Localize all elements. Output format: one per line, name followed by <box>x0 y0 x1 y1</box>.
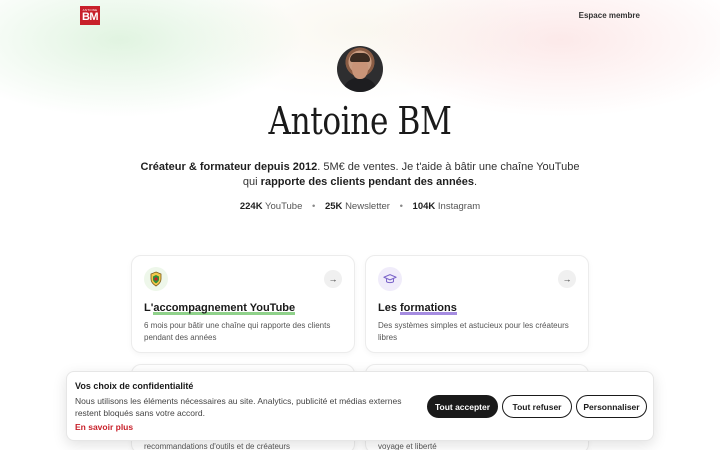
graduation-cap-icon <box>378 267 402 291</box>
stat-instagram: 104K Instagram <box>412 201 481 212</box>
site-logo[interactable]: ANTOINE BM <box>80 6 100 25</box>
card-title-highlight: formations <box>400 302 457 315</box>
cookie-consent-banner: Vos choix de confidentialité Nous utilis… <box>66 371 654 441</box>
card-description: Des systèmes simples et astucieux pour l… <box>378 321 569 342</box>
card-title-highlight: accompagnement YouTube <box>153 302 296 315</box>
refuse-all-button[interactable]: Tout refuser <box>502 395 572 418</box>
stat-youtube: 224K YouTube <box>239 201 303 212</box>
consent-title: Vos choix de confidentialité <box>75 381 194 391</box>
stat-separator: • <box>312 201 316 212</box>
card-title: Les formations <box>378 302 457 315</box>
member-area-link[interactable]: Espace membre <box>579 11 640 20</box>
learn-more-link[interactable]: En savoir plus <box>75 422 133 432</box>
stat-separator: • <box>399 201 403 212</box>
arrow-right-icon[interactable]: → <box>324 270 342 288</box>
tagline-end: . <box>474 176 478 188</box>
avatar <box>337 46 383 92</box>
tagline: Créateur & formateur depuis 2012. 5M€ de… <box>140 160 580 190</box>
card-description: voyage et liberté <box>378 442 437 450</box>
page-title: Antoine BM <box>268 99 452 143</box>
tagline-bold-2: rapporte des clients pendant des années <box>260 176 475 188</box>
consent-text: Nous utilisons les éléments nécessaires … <box>75 396 402 418</box>
stat-newsletter: 25K Newsletter <box>324 201 390 212</box>
tagline-bold-1: Créateur & formateur depuis 2012 <box>140 161 318 173</box>
arrow-right-icon[interactable]: → <box>558 270 576 288</box>
card-description: recommandations d'outils et de créateurs <box>144 442 291 450</box>
accept-all-button[interactable]: Tout accepter <box>427 395 498 418</box>
customize-button[interactable]: Personnaliser <box>576 395 647 418</box>
logo-big-text: BM <box>81 10 99 23</box>
audience-stats: 224K YouTube • 25K Newsletter • 104K Ins… <box>0 201 720 212</box>
card-youtube-coaching[interactable]: → L'accompagnement YouTube 6 mois pour b… <box>131 255 355 353</box>
card-formations[interactable]: → Les formations Des systèmes simples et… <box>365 255 589 353</box>
card-title: L'accompagnement YouTube <box>144 302 296 315</box>
crest-icon <box>144 267 168 291</box>
card-description: 6 mois pour bâtir une chaîne qui rapport… <box>144 321 331 342</box>
